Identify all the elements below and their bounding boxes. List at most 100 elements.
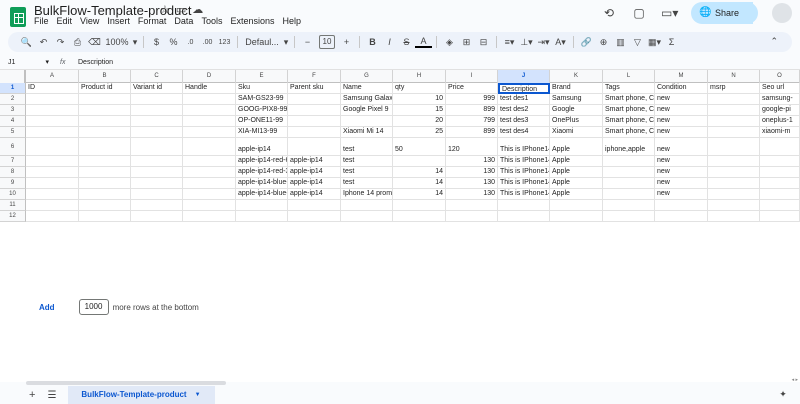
table-cell[interactable]: apple-ip14-red-6	[236, 156, 288, 167]
menu-edit[interactable]: Edit	[57, 16, 73, 26]
table-cell[interactable]: new	[655, 178, 708, 189]
bold-button[interactable]: B	[364, 37, 381, 47]
table-cell[interactable]: 120	[446, 138, 498, 156]
table-cell[interactable]: Smart phone, Ce	[603, 94, 655, 105]
table-cell[interactable]	[708, 189, 760, 200]
table-cell[interactable]	[26, 189, 79, 200]
table-cell[interactable]	[446, 211, 498, 222]
row-header-6[interactable]: 6	[0, 138, 26, 156]
spreadsheet-grid[interactable]: ABCDEFGHIJKLMNO Add 1000 more rows at th…	[0, 69, 800, 382]
zoom-dropdown-icon[interactable]: ▾	[131, 37, 139, 48]
currency-format-button[interactable]: $	[148, 37, 165, 47]
table-cell[interactable]	[26, 200, 79, 211]
horizontal-scrollbar[interactable]	[26, 381, 226, 385]
table-cell[interactable]: test des4	[498, 127, 550, 138]
table-cell[interactable]	[79, 189, 131, 200]
table-cell[interactable]	[79, 138, 131, 156]
table-cell[interactable]	[708, 156, 760, 167]
insert-link-icon[interactable]: 🔗	[578, 37, 595, 48]
table-cell[interactable]: Samsung	[550, 94, 603, 105]
table-cell[interactable]	[708, 116, 760, 127]
table-cell[interactable]: 130	[446, 189, 498, 200]
column-title-cell[interactable]: qty	[393, 83, 446, 94]
table-cell[interactable]	[288, 94, 341, 105]
add-rows-button[interactable]: Add	[39, 303, 55, 312]
table-cell[interactable]: apple-ip14-blue-	[236, 189, 288, 200]
table-cell[interactable]	[26, 94, 79, 105]
font-select[interactable]: Defaul...	[242, 37, 282, 47]
scroll-arrows-icon[interactable]: ◂ ▸	[792, 377, 798, 383]
table-cell[interactable]: Apple	[550, 138, 603, 156]
table-cell[interactable]	[341, 116, 393, 127]
table-cell[interactable]	[236, 211, 288, 222]
table-cell[interactable]	[708, 178, 760, 189]
table-cell[interactable]	[26, 116, 79, 127]
table-cell[interactable]	[708, 105, 760, 116]
table-cell[interactable]	[26, 211, 79, 222]
menu-insert[interactable]: Insert	[107, 16, 130, 26]
table-cell[interactable]: test des2	[498, 105, 550, 116]
column-header-n[interactable]: N	[708, 70, 760, 83]
table-cell[interactable]	[341, 200, 393, 211]
column-header-b[interactable]: B	[79, 70, 131, 83]
table-cell[interactable]: new	[655, 156, 708, 167]
table-cell[interactable]	[446, 200, 498, 211]
increase-font-size-button[interactable]: +	[338, 37, 355, 47]
table-cell[interactable]	[79, 178, 131, 189]
table-cell[interactable]	[183, 211, 236, 222]
table-cell[interactable]	[760, 211, 800, 222]
table-cell[interactable]: new	[655, 167, 708, 178]
table-cell[interactable]: 130	[446, 167, 498, 178]
table-cell[interactable]	[79, 94, 131, 105]
column-title-cell[interactable]: Price	[446, 83, 498, 94]
table-cell[interactable]: test	[341, 138, 393, 156]
table-cell[interactable]	[708, 94, 760, 105]
table-cell[interactable]	[131, 178, 183, 189]
column-title-cell[interactable]: Sku	[236, 83, 288, 94]
table-cell[interactable]: 50	[393, 138, 446, 156]
sheet-tab-dropdown-icon[interactable]: ▼	[195, 386, 201, 404]
avatar[interactable]	[772, 3, 792, 23]
table-cell[interactable]	[708, 138, 760, 156]
select-all-corner[interactable]	[0, 70, 26, 83]
font-dropdown-icon[interactable]: ▾	[282, 37, 290, 48]
table-cell[interactable]: 999	[446, 94, 498, 105]
table-cell[interactable]	[603, 200, 655, 211]
table-cell[interactable]: XIA-MI13-99	[236, 127, 288, 138]
row-header-3[interactable]: 3	[0, 105, 26, 116]
table-cell[interactable]	[288, 138, 341, 156]
add-rows-count-input[interactable]: 1000	[78, 299, 109, 315]
add-sheet-icon[interactable]: +	[29, 389, 35, 401]
column-header-j[interactable]: J	[498, 70, 550, 83]
table-cell[interactable]	[498, 211, 550, 222]
table-cell[interactable]: xiaomi-m	[760, 127, 800, 138]
table-cell[interactable]: 130	[446, 178, 498, 189]
table-cell[interactable]: 15	[393, 105, 446, 116]
table-cell[interactable]: Apple	[550, 178, 603, 189]
table-cell[interactable]	[131, 138, 183, 156]
table-cell[interactable]	[288, 211, 341, 222]
table-cell[interactable]	[183, 189, 236, 200]
table-cell[interactable]: 799	[446, 116, 498, 127]
column-title-cell[interactable]: Name	[341, 83, 393, 94]
meet-icon[interactable]: ▭▾	[661, 5, 678, 21]
column-title-cell[interactable]: msrp	[708, 83, 760, 94]
table-cell[interactable]	[393, 156, 446, 167]
table-cell[interactable]	[26, 167, 79, 178]
strikethrough-button[interactable]: S	[398, 37, 415, 47]
menu-data[interactable]: Data	[174, 16, 193, 26]
filter-views-icon[interactable]: ▦▾	[646, 37, 663, 48]
comments-icon[interactable]: ▢	[631, 5, 647, 21]
table-cell[interactable]	[760, 138, 800, 156]
column-header-a[interactable]: A	[26, 70, 79, 83]
table-cell[interactable]: apple-ip14-blue-	[236, 178, 288, 189]
table-cell[interactable]	[79, 127, 131, 138]
row-header-4[interactable]: 4	[0, 116, 26, 127]
table-cell[interactable]	[79, 211, 131, 222]
table-cell[interactable]	[131, 116, 183, 127]
merge-cells-icon[interactable]: ⊟	[475, 37, 492, 48]
table-cell[interactable]: google-pi	[760, 105, 800, 116]
column-title-cell[interactable]: Condition	[655, 83, 708, 94]
all-sheets-icon[interactable]: ☰	[47, 390, 56, 401]
table-cell[interactable]: This is IPhone14	[498, 189, 550, 200]
